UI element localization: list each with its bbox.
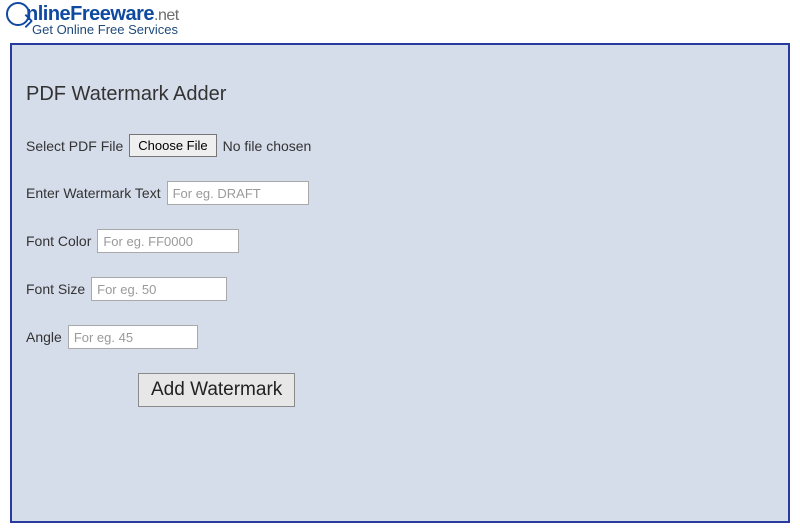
font-size-label: Font Size xyxy=(26,281,85,297)
file-status-text: No file chosen xyxy=(223,138,312,154)
logo-circle-icon xyxy=(6,2,30,26)
font-color-label: Font Color xyxy=(26,233,91,249)
add-watermark-button[interactable]: Add Watermark xyxy=(138,373,295,407)
site-header: nlineFreeware.net Get Online Free Servic… xyxy=(0,0,800,37)
font-size-input[interactable] xyxy=(91,277,227,301)
file-field-row: Select PDF File Choose File No file chos… xyxy=(26,134,774,157)
watermark-text-label: Enter Watermark Text xyxy=(26,185,161,201)
submit-row: Add Watermark xyxy=(26,373,774,407)
logo-suffix-text: .net xyxy=(154,7,179,24)
main-panel: PDF Watermark Adder Select PDF File Choo… xyxy=(10,43,790,523)
font-color-row: Font Color xyxy=(26,229,774,253)
angle-row: Angle xyxy=(26,325,774,349)
site-tagline: Get Online Free Services xyxy=(32,22,800,37)
page-title: PDF Watermark Adder xyxy=(26,83,774,106)
watermark-text-input[interactable] xyxy=(167,181,309,205)
font-size-row: Font Size xyxy=(26,277,774,301)
file-label: Select PDF File xyxy=(26,138,123,154)
angle-label: Angle xyxy=(26,329,62,345)
angle-input[interactable] xyxy=(68,325,198,349)
choose-file-button[interactable]: Choose File xyxy=(129,134,216,157)
watermark-text-row: Enter Watermark Text xyxy=(26,181,774,205)
font-color-input[interactable] xyxy=(97,229,239,253)
